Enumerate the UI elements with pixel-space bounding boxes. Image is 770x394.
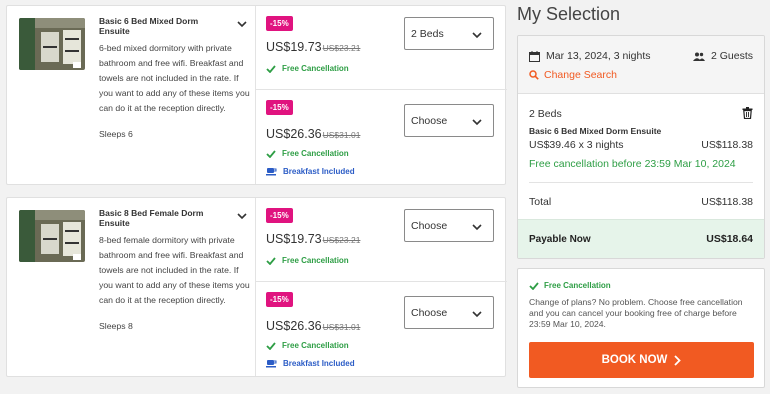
breakfast-cup-icon: [266, 360, 277, 368]
feature-label: Free Cancellation: [282, 64, 349, 73]
feature-label: Free Cancellation: [282, 256, 349, 265]
room-info: Basic 6 Bed Mixed Dorm Ensuite 6-bed mix…: [7, 6, 256, 184]
feature-label: Breakfast Included: [283, 359, 355, 368]
chevron-down-icon[interactable]: [236, 210, 248, 222]
free-cancellation-feature: Free Cancellation: [266, 256, 349, 265]
selection-summary: Mar 13, 2024, 3 nights 2 Guests Change S…: [517, 35, 765, 259]
bed-quantity-select[interactable]: Choose: [404, 104, 494, 137]
rate-option: -15% US$19.73US$23.21 Free Cancellation …: [256, 6, 507, 90]
rate-option: -15% US$26.36US$31.01 Free Cancellation …: [256, 90, 507, 184]
discount-badge: -15%: [266, 16, 293, 31]
price: US$26.36US$31.01: [266, 127, 360, 141]
room-description: 6-bed mixed dormitory with private bathr…: [99, 43, 250, 113]
old-price: US$31.01: [322, 322, 361, 332]
book-now-button[interactable]: BOOK NOW: [529, 342, 754, 378]
room-card-6-bed-mixed: Basic 6 Bed Mixed Dorm Ensuite 6-bed mix…: [6, 5, 507, 185]
selected-room-name: Basic 6 Bed Mixed Dorm Ensuite: [529, 126, 662, 136]
trash-icon[interactable]: [742, 106, 753, 124]
room-sleeps: Sleeps 6: [99, 129, 133, 139]
breakfast-cup-icon: [266, 168, 277, 176]
breakfast-included-feature: Breakfast Included: [266, 359, 355, 368]
change-search-label: Change Search: [544, 69, 617, 81]
room-title: Basic 8 Bed Female Dorm Ensuite: [99, 208, 204, 228]
select-value: Choose: [411, 220, 448, 232]
free-cancellation-feature: Free Cancellation: [266, 64, 349, 73]
check-icon: [266, 256, 276, 265]
cancellation-title: Free Cancellation: [529, 281, 611, 290]
price: US$26.36US$31.01: [266, 319, 360, 333]
room-card-8-bed-female: Basic 8 Bed Female Dorm Ensuite 8-bed fe…: [6, 197, 507, 377]
old-price: US$23.21: [322, 235, 361, 245]
change-search-link[interactable]: Change Search: [529, 69, 617, 81]
selected-beds: 2 Beds: [529, 108, 562, 120]
chevron-right-icon: [674, 354, 682, 366]
cancellation-text: Change of plans? No problem. Choose free…: [529, 297, 743, 329]
old-price: US$31.01: [322, 130, 361, 140]
payable-now-value: US$18.64: [706, 233, 753, 245]
free-cancellation-feature: Free Cancellation: [266, 341, 349, 350]
price-subtotal: US$118.38: [701, 139, 753, 151]
bed-quantity-select[interactable]: 2 Beds: [404, 17, 494, 50]
rate-option: -15% US$19.73US$23.21 Free Cancellation …: [256, 198, 507, 282]
select-value: 2 Beds: [411, 28, 444, 40]
book-now-label: BOOK NOW: [601, 354, 668, 366]
old-price: US$23.21: [322, 43, 361, 53]
total-value: US$118.38: [701, 196, 753, 208]
breakfast-included-feature: Breakfast Included: [266, 167, 355, 176]
current-price: US$19.73: [266, 232, 322, 246]
chevron-down-icon: [472, 32, 482, 39]
select-value: Choose: [411, 307, 448, 319]
price-calculation: US$39.46 x 3 nights: [529, 139, 624, 151]
cancellation-info: Free Cancellation Change of plans? No pr…: [517, 268, 765, 388]
rate-option: -15% US$26.36US$31.01 Free Cancellation …: [256, 282, 507, 376]
room-photo[interactable]: [19, 18, 85, 70]
bed-quantity-select[interactable]: Choose: [404, 296, 494, 329]
guests-icon: [692, 52, 705, 61]
chevron-down-icon[interactable]: [236, 18, 248, 30]
room-photo[interactable]: [19, 210, 85, 262]
payable-now-row: Payable Now US$18.64: [518, 219, 764, 258]
room-title: Basic 6 Bed Mixed Dorm Ensuite: [99, 16, 199, 36]
divider: [529, 182, 753, 183]
chevron-down-icon: [472, 311, 482, 318]
guest-count: 2 Guests: [692, 50, 753, 62]
feature-label: Free Cancellation: [282, 341, 349, 350]
chevron-down-icon: [472, 224, 482, 231]
summary-header: Mar 13, 2024, 3 nights 2 Guests Change S…: [518, 36, 764, 94]
feature-label: Free Cancellation: [282, 149, 349, 158]
check-icon: [266, 64, 276, 73]
date-text: Mar 13, 2024, 3 nights: [546, 50, 651, 62]
discount-badge: -15%: [266, 100, 293, 115]
room-sleeps: Sleeps 8: [99, 321, 133, 331]
bed-quantity-select[interactable]: Choose: [404, 209, 494, 242]
stay-dates: Mar 13, 2024, 3 nights: [529, 50, 650, 62]
price: US$19.73US$23.21: [266, 40, 360, 54]
check-icon: [266, 341, 276, 350]
cancellation-title-text: Free Cancellation: [544, 281, 611, 290]
chevron-down-icon: [472, 119, 482, 126]
guests-text: 2 Guests: [710, 50, 753, 62]
panel-title: My Selection: [517, 4, 621, 24]
total-label: Total: [529, 196, 552, 208]
current-price: US$19.73: [266, 40, 322, 54]
check-icon: [529, 281, 539, 290]
room-description: 8-bed female dormitory with private bath…: [99, 235, 250, 305]
free-cancellation-feature: Free Cancellation: [266, 149, 349, 158]
price: US$19.73US$23.21: [266, 232, 360, 246]
current-price: US$26.36: [266, 319, 322, 333]
discount-badge: -15%: [266, 208, 293, 223]
current-price: US$26.36: [266, 127, 322, 141]
room-info: Basic 8 Bed Female Dorm Ensuite 8-bed fe…: [7, 198, 256, 376]
select-value: Choose: [411, 115, 448, 127]
payable-now-label: Payable Now: [529, 234, 591, 245]
search-icon: [529, 70, 539, 80]
calendar-icon: [529, 50, 540, 62]
free-cancellation-deadline: Free cancellation before 23:59 Mar 10, 2…: [529, 158, 736, 170]
check-icon: [266, 149, 276, 158]
feature-label: Breakfast Included: [283, 167, 355, 176]
discount-badge: -15%: [266, 292, 293, 307]
